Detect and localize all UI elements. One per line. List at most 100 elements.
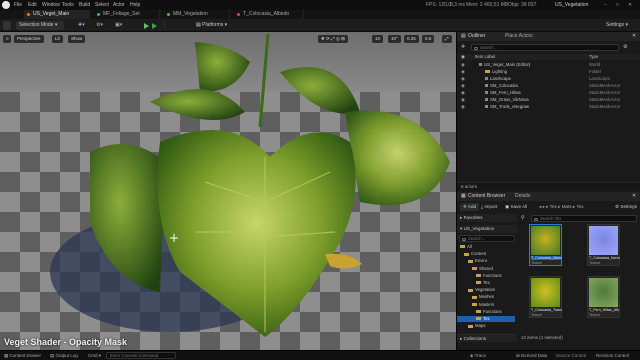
menu-file[interactable]: File [14, 0, 22, 10]
visibility-icon[interactable]: ◉ [461, 104, 465, 110]
grid-snap[interactable]: 10 [372, 35, 384, 43]
visibility-icon[interactable]: ◉ [461, 69, 465, 75]
menu-edit[interactable]: Edit [28, 0, 37, 10]
column-item-label[interactable]: Item Label [475, 54, 495, 60]
import-button[interactable]: ⤓ Import [481, 203, 497, 211]
asset-tile[interactable]: T_Colocasia_Trans Texture [529, 276, 562, 318]
revision-control-button[interactable]: Revision Control [596, 351, 629, 360]
tab-details[interactable]: Details [515, 192, 530, 201]
outliner-settings-icon[interactable]: ⚙ [623, 44, 627, 50]
cmd-dropdown[interactable]: Cmd ▾ [88, 351, 101, 360]
minimize-icon[interactable]: – [604, 0, 607, 10]
outliner-row[interactable]: ◉ Landscape Landscape [457, 76, 640, 82]
folder-search-input[interactable]: Search... [459, 235, 515, 242]
tab-level[interactable]: US_Veget_Main [24, 10, 90, 19]
tab-material[interactable]: MM_Vegetation [164, 10, 230, 19]
source-control-button[interactable]: Source Control [556, 351, 586, 360]
output-log-button[interactable]: ▤ Output Log [50, 351, 78, 360]
folder-tree-item[interactable]: Tex [457, 316, 515, 322]
visibility-icon[interactable]: ◉ [461, 62, 465, 68]
breadcrumb-item[interactable]: Tex [550, 204, 557, 209]
rotation-snap[interactable]: 10° [388, 35, 401, 43]
more-icon[interactable]: ⋮ [162, 21, 167, 30]
breadcrumb-item[interactable]: Tex [576, 204, 583, 209]
folder-label: Enviro [475, 258, 488, 264]
trace-button[interactable]: ◈ Trace [470, 351, 486, 360]
asset-search-input[interactable]: Search Tex [531, 215, 637, 222]
perspective-button[interactable]: Perspective [14, 35, 44, 43]
content-settings-button[interactable]: ⚙ Settings [615, 203, 637, 211]
folder-tree-item[interactable]: Enviro [457, 258, 515, 264]
outliner-row[interactable]: ◉ SM_Fern_Hiltas StaticMeshActor [457, 90, 640, 96]
maximize-icon[interactable]: □ [616, 0, 619, 10]
outliner-item-type: World [589, 62, 601, 67]
platforms-button[interactable]: ▤ Platforms ▾ [196, 21, 236, 30]
cinematics-icon[interactable]: ▣▾ [115, 21, 125, 30]
back-icon[interactable]: ◂ ▸ [539, 204, 545, 209]
folder-tree-item[interactable]: Tex [457, 280, 515, 286]
selection-mode-dropdown[interactable]: Selection Mode ▾ [16, 21, 64, 30]
add-actor-icon[interactable]: ✚▾ [78, 21, 88, 30]
menu-window[interactable]: Window [42, 0, 60, 10]
folder-tree-item[interactable]: Meshes [457, 294, 515, 300]
maximize-viewport-icon[interactable]: ⤢ [442, 35, 452, 43]
filter-icon[interactable]: ⚲ [521, 215, 525, 221]
outliner-row[interactable]: ◉ US_Veget_Main (Editor) World [457, 62, 640, 68]
scale-snap[interactable]: 0.25 [404, 35, 419, 43]
tab-content-browser[interactable]: Content Browser [468, 192, 505, 201]
menu-help[interactable]: Help [130, 0, 140, 10]
folder-tree-item[interactable]: All [457, 244, 515, 250]
folder-tree-item[interactable]: Maps [457, 323, 515, 329]
lit-button[interactable]: Lit [52, 35, 63, 43]
camera-speed[interactable]: 0.5 [422, 35, 435, 43]
folder-tree-item[interactable]: Functions [457, 309, 515, 315]
content-drawer-button[interactable]: ▦ Content Drawer [4, 351, 41, 360]
derived-data-button[interactable]: ⛁ Derived Data [516, 351, 547, 360]
menu-actor[interactable]: Actor [113, 0, 125, 10]
tab-material-function[interactable]: MF_Foliage_Set [94, 10, 160, 19]
settings-button[interactable]: Settings ▾ [606, 21, 638, 30]
content-browser-close-icon[interactable]: ✕ [632, 192, 636, 201]
add-button[interactable]: ✚ Add [460, 203, 480, 211]
menu-tools[interactable]: Tools [62, 0, 74, 10]
asset-tile[interactable]: T_Colocasia_Normal Texture [587, 224, 620, 266]
collections-section[interactable]: ▸ Collections [457, 334, 517, 342]
save-all-button[interactable]: ▣ Save All [505, 203, 527, 211]
outliner-row[interactable]: ◉ SM_Trunk_vNegraw StaticMeshActor [457, 104, 640, 110]
folder-tree-item[interactable]: Masters [457, 302, 515, 308]
folder-tree-item[interactable]: Vegetation [457, 287, 515, 293]
level-viewport[interactable]: ≡ Perspective Lit Show ✥ ⟳ ⤢ ◎ ⊞ 10 10° … [0, 32, 456, 350]
visibility-icon[interactable]: ◉ [461, 83, 465, 89]
breadcrumb-item[interactable]: Mats [562, 204, 572, 209]
outliner-row[interactable]: ◉ Lighting Folder [457, 69, 640, 75]
folder-tree-item[interactable]: Functions [457, 273, 515, 279]
close-icon[interactable]: ✕ [628, 0, 632, 10]
outliner-close-icon[interactable]: ✕ [632, 32, 636, 41]
console-input[interactable]: Enter Console Command [106, 352, 176, 359]
unreal-logo-icon[interactable] [2, 1, 10, 9]
column-type[interactable]: Type [589, 54, 598, 60]
blueprint-icon[interactable]: ⚙▾ [96, 21, 106, 30]
asset-tile[interactable]: T_Fern_Hiltas_Alb Texture [587, 276, 620, 318]
outliner-row[interactable]: ◉ SM_Colocasia StaticMeshActor [457, 83, 640, 89]
folder-tree-item[interactable]: Content [457, 251, 515, 257]
tab-outliner[interactable]: Outliner [468, 32, 486, 41]
visibility-icon[interactable]: ◉ [461, 90, 465, 96]
outliner-row[interactable]: ◉ SM_Grass_VikNova StaticMeshActor [457, 97, 640, 103]
visibility-icon[interactable]: ◉ [461, 76, 465, 82]
show-button[interactable]: Show [68, 35, 86, 43]
folder-tree-item[interactable]: Shared [457, 266, 515, 272]
tab-texture[interactable]: T_Colocasia_Albedo [234, 10, 304, 19]
menu-select[interactable]: Select [95, 0, 109, 10]
asset-tile[interactable]: T_Colocasia_Albedo Texture [529, 224, 562, 266]
tab-place-actors[interactable]: Place Actors [505, 32, 533, 41]
project-section[interactable]: ▾ US_Vegetation [457, 225, 517, 233]
favorites-section[interactable]: ▸ Favorites [457, 214, 517, 222]
transform-tools[interactable]: ✥ ⟳ ⤢ ◎ ⊞ [318, 35, 348, 43]
outliner-search-input[interactable]: Search... [471, 44, 619, 51]
menu-build[interactable]: Build [79, 0, 90, 10]
add-filter-icon[interactable]: ✚ [461, 44, 465, 50]
viewport-menu-icon[interactable]: ≡ [3, 35, 11, 43]
visibility-icon[interactable]: ◉ [461, 97, 465, 103]
save-icon[interactable] [3, 21, 11, 30]
